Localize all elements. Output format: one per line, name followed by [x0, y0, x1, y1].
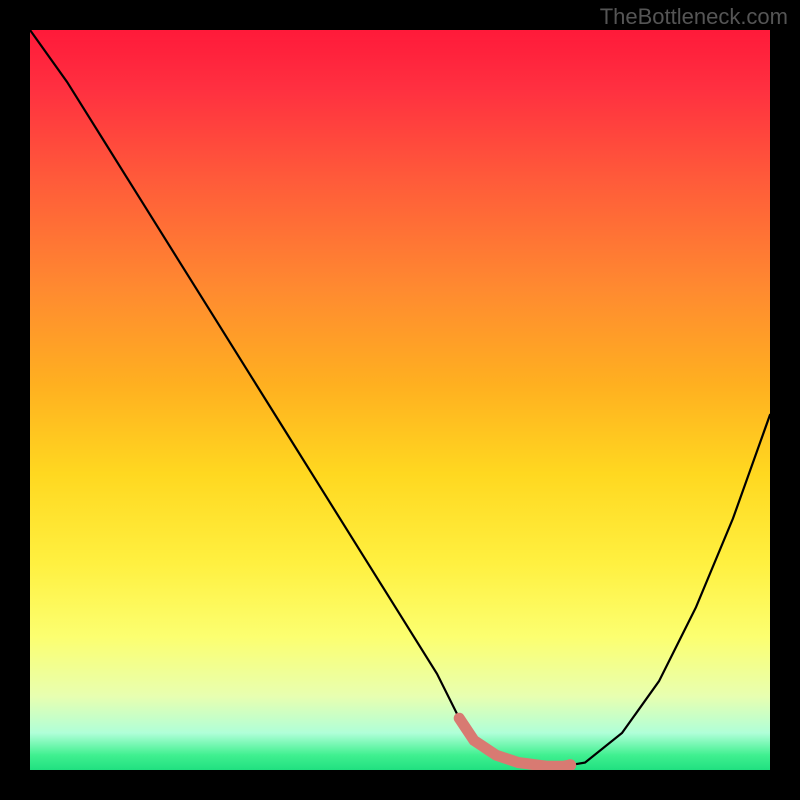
plot-area: [30, 30, 770, 770]
watermark-text: TheBottleneck.com: [600, 4, 788, 30]
bottleneck-curve: [30, 30, 770, 766]
curve-svg: [30, 30, 770, 770]
highlight-segment: [459, 718, 570, 766]
